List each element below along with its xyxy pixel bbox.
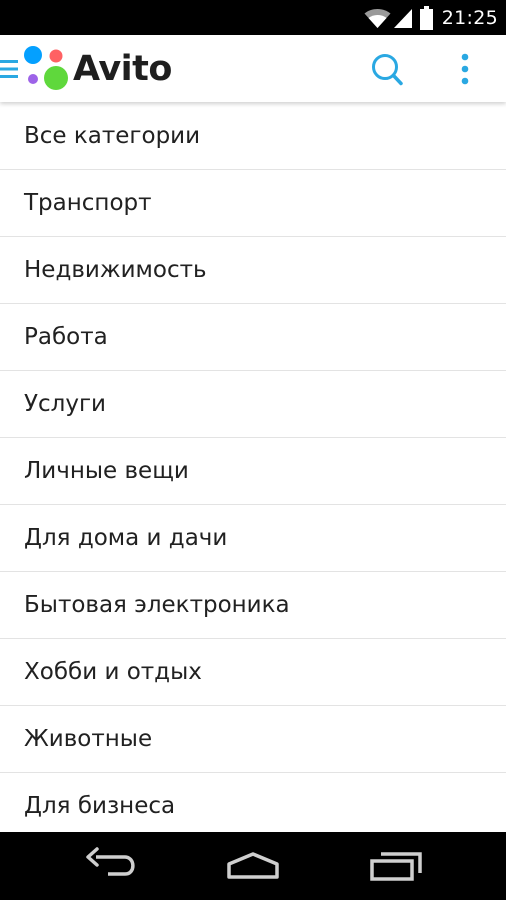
list-item-personal-items[interactable]: Личные вещи: [0, 438, 506, 505]
more-vert-icon[interactable]: [450, 49, 480, 91]
list-item-label: Хобби и отдых: [24, 659, 202, 685]
list-item-jobs[interactable]: Работа: [0, 304, 506, 371]
list-item-label: Услуги: [24, 391, 107, 417]
app-title: Avito: [73, 49, 172, 89]
list-item-animals[interactable]: Животные: [0, 706, 506, 773]
back-icon[interactable]: [80, 846, 144, 886]
list-item-transport[interactable]: Транспорт: [0, 170, 506, 237]
recent-apps-icon[interactable]: [364, 846, 428, 886]
status-bar: 21:25: [0, 0, 506, 35]
list-item-label: Работа: [24, 324, 108, 350]
list-item-services[interactable]: Услуги: [0, 371, 506, 438]
list-item-label: Животные: [24, 726, 153, 752]
category-list: Все категории Транспорт Недвижимость Раб…: [0, 102, 506, 832]
wifi-icon: [364, 7, 391, 29]
list-item-label: Бытовая электроника: [24, 592, 290, 618]
list-item-label: Транспорт: [24, 190, 152, 216]
list-item-all-categories[interactable]: Все категории: [0, 102, 506, 170]
list-item-electronics[interactable]: Бытовая электроника: [0, 572, 506, 639]
list-item-label: Личные вещи: [24, 458, 189, 484]
signal-icon: [393, 7, 413, 29]
hamburger-menu-icon[interactable]: [0, 56, 20, 82]
status-icons: 21:25: [364, 0, 498, 35]
list-item-home-garden[interactable]: Для дома и дачи: [0, 505, 506, 572]
list-item-business[interactable]: Для бизнеса: [0, 773, 506, 832]
avito-logo-icon: [22, 43, 70, 93]
search-icon[interactable]: [366, 49, 408, 91]
battery-icon: [419, 5, 433, 30]
list-item-label: Все категории: [24, 122, 201, 149]
list-item-label: Для бизнеса: [24, 793, 176, 819]
list-item-real-estate[interactable]: Недвижимость: [0, 237, 506, 304]
list-item-hobbies[interactable]: Хобби и отдых: [0, 639, 506, 706]
list-item-label: Недвижимость: [24, 257, 207, 283]
nav-bar: [0, 832, 506, 900]
status-time: 21:25: [441, 6, 498, 29]
home-icon[interactable]: [221, 846, 285, 886]
list-item-label: Для дома и дачи: [24, 525, 228, 551]
app-bar: Avito: [0, 35, 506, 102]
